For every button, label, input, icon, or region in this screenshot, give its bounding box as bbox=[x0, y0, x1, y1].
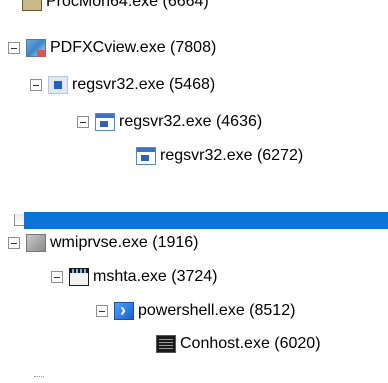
collapse-toggle[interactable] bbox=[96, 305, 108, 317]
collapse-toggle[interactable] bbox=[77, 116, 89, 128]
process-label: Conhost.exe (6020) bbox=[180, 335, 321, 352]
process-label: regsvr32.exe (5468) bbox=[72, 76, 216, 93]
process-label: PDFXCview.exe (7808) bbox=[50, 39, 217, 56]
window-icon bbox=[95, 113, 115, 131]
tree-row-regsvr32-4636[interactable]: regsvr32.exe (4636) bbox=[77, 109, 262, 135]
process-label: regsvr32.exe (4636) bbox=[119, 113, 263, 130]
window-icon bbox=[136, 147, 156, 165]
process-label: wmiprvse.exe (1916) bbox=[50, 234, 199, 251]
tree-row-regsvr32-6272[interactable]: regsvr32.exe (6272) bbox=[118, 143, 303, 169]
process-label: regsvr32.exe (6272) bbox=[160, 147, 304, 164]
selected-row-highlight[interactable] bbox=[24, 212, 388, 229]
wmi-provider-icon bbox=[26, 234, 46, 252]
mshta-window-icon bbox=[69, 268, 89, 286]
console-icon bbox=[156, 335, 176, 353]
collapse-toggle[interactable] bbox=[8, 42, 20, 54]
collapse-toggle[interactable] bbox=[51, 271, 63, 283]
tree-row-partial[interactable]: ProcMon64.exe (6664) bbox=[22, 0, 209, 15]
process-label: powershell.exe (8512) bbox=[138, 302, 296, 319]
powershell-icon bbox=[114, 300, 134, 321]
collapse-toggle[interactable] bbox=[30, 79, 42, 91]
tree-row-conhost[interactable]: Conhost.exe (6020) bbox=[138, 331, 321, 357]
collapse-toggle[interactable] bbox=[8, 237, 20, 249]
process-label: mshta.exe (3724) bbox=[93, 268, 218, 285]
tree-row-regsvr32-5468[interactable]: regsvr32.exe (5468) bbox=[30, 72, 215, 98]
regsvr32-icon bbox=[48, 76, 68, 94]
process-icon bbox=[22, 0, 42, 11]
tree-row-pdfxcview[interactable]: PDFXCview.exe (7808) bbox=[8, 35, 216, 61]
process-label: ProcMon64.exe (6664) bbox=[46, 0, 209, 10]
tree-row-wmiprvse[interactable]: wmiprvse.exe (1916) bbox=[8, 230, 199, 256]
tree-row-powershell[interactable]: powershell.exe (8512) bbox=[96, 298, 295, 324]
pdf-viewer-icon bbox=[26, 39, 46, 57]
tree-row-mshta[interactable]: mshta.exe (3724) bbox=[51, 264, 218, 290]
